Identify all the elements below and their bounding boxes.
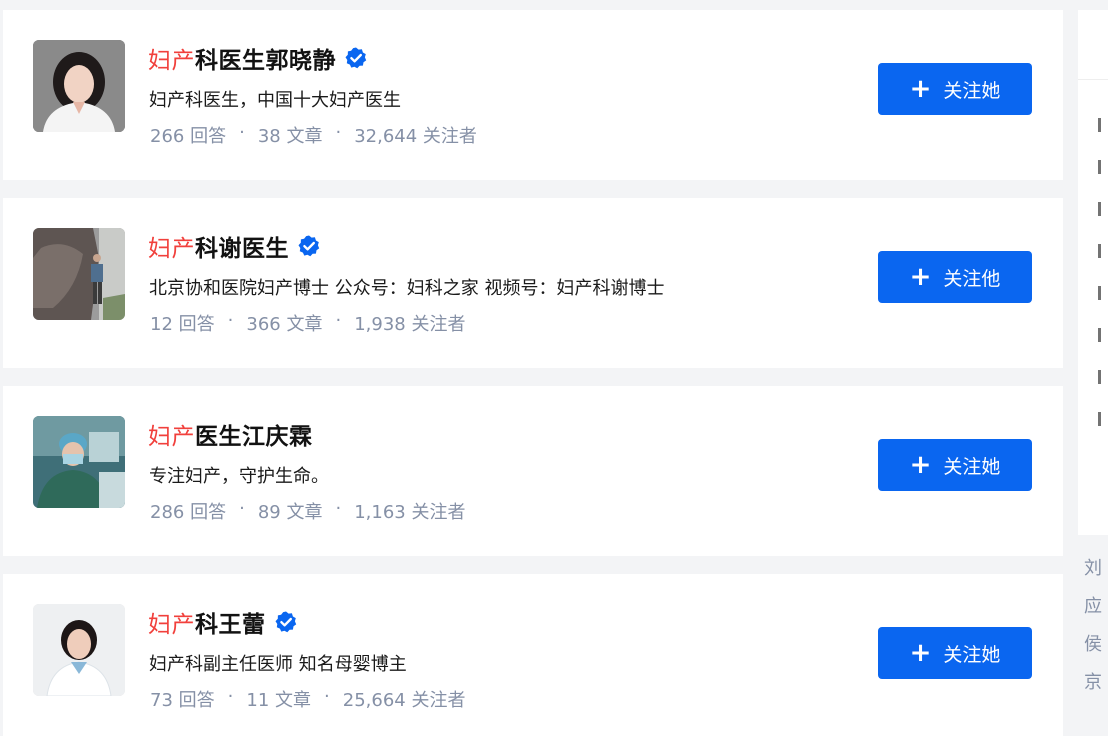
name-highlight: 妇产 bbox=[148, 424, 195, 450]
truncated-glyph bbox=[1098, 370, 1108, 384]
plus-icon: + bbox=[909, 638, 932, 668]
avatar[interactable] bbox=[33, 228, 125, 320]
truncated-glyph bbox=[1098, 286, 1108, 300]
truncated-glyph bbox=[1098, 412, 1108, 426]
avatar[interactable] bbox=[33, 604, 125, 696]
follow-label: 关注他 bbox=[943, 267, 1001, 290]
verified-badge-icon bbox=[275, 611, 296, 633]
separator: · bbox=[227, 686, 234, 707]
name-highlight: 妇产 bbox=[148, 48, 195, 74]
articles-count[interactable]: 38 文章 bbox=[258, 122, 323, 148]
follow-label: 关注她 bbox=[943, 455, 1001, 478]
verified-badge-icon bbox=[298, 235, 320, 257]
plus-icon: + bbox=[909, 262, 932, 292]
user-name[interactable]: 妇产科谢医生 bbox=[148, 229, 289, 263]
follow-button[interactable]: + 关注她 bbox=[878, 627, 1032, 679]
related-name[interactable]: 刘 bbox=[1084, 556, 1102, 582]
truncated-glyph bbox=[1098, 328, 1108, 342]
related-name[interactable]: 京 bbox=[1084, 670, 1102, 696]
answers-count[interactable]: 12 回答 bbox=[150, 310, 215, 336]
user-bio: 专注妇产，守护生命。 bbox=[149, 466, 329, 487]
follow-button[interactable]: + 关注她 bbox=[878, 63, 1032, 115]
answers-count[interactable]: 286 回答 bbox=[150, 498, 226, 524]
user-name[interactable]: 妇产科医生郭晓静 bbox=[148, 41, 336, 75]
name-rest: 科谢医生 bbox=[195, 236, 289, 262]
user-card: 妇产科谢医生 北京协和医院妇产博士 公众号：妇科之家 视频号：妇产科谢博士 12… bbox=[3, 198, 1063, 368]
truncated-glyph bbox=[1098, 160, 1108, 174]
user-bio: 妇产科医生，中国十大妇产医生 bbox=[149, 90, 401, 111]
user-name-row: 妇产科医生郭晓静 bbox=[148, 40, 368, 76]
separator: · bbox=[227, 310, 234, 331]
separator: · bbox=[335, 310, 342, 331]
side-panel-header bbox=[1078, 10, 1108, 80]
follow-button[interactable]: + 关注她 bbox=[878, 439, 1032, 491]
side-related-names: 刘 应 侯 京 bbox=[1084, 556, 1102, 696]
side-panel bbox=[1078, 10, 1108, 535]
related-name[interactable]: 侯 bbox=[1084, 632, 1102, 658]
user-bio: 北京协和医院妇产博士 公众号：妇科之家 视频号：妇产科谢博士 bbox=[149, 278, 665, 299]
side-panel-truncated-text bbox=[1098, 118, 1108, 426]
user-name-row: 妇产科王蕾 bbox=[148, 604, 298, 640]
followers-count[interactable]: 1,938 关注者 bbox=[354, 310, 465, 336]
followers-count[interactable]: 1,163 关注者 bbox=[354, 498, 465, 524]
user-stats: 73 回答 · 11 文章 · 25,664 关注者 bbox=[150, 686, 465, 712]
follow-label: 关注她 bbox=[943, 79, 1001, 102]
articles-count[interactable]: 11 文章 bbox=[246, 686, 311, 712]
user-name[interactable]: 妇产医生江庆霖 bbox=[148, 417, 313, 451]
separator: · bbox=[239, 122, 245, 143]
user-bio: 妇产科副主任医师 知名母婴博主 bbox=[149, 654, 407, 675]
user-stats: 12 回答 · 366 文章 · 1,938 关注者 bbox=[150, 310, 465, 336]
plus-icon: + bbox=[909, 450, 932, 480]
user-stats: 266 回答 · 38 文章 · 32,644 关注者 bbox=[150, 122, 477, 148]
name-rest: 医生江庆霖 bbox=[195, 424, 313, 450]
answers-count[interactable]: 266 回答 bbox=[150, 122, 226, 148]
followers-count[interactable]: 25,664 关注者 bbox=[343, 686, 466, 712]
avatar[interactable] bbox=[33, 416, 125, 508]
verified-badge-icon bbox=[345, 47, 367, 69]
user-name-row: 妇产医生江庆霖 bbox=[148, 416, 313, 452]
separator: · bbox=[335, 122, 342, 143]
name-rest: 科王蕾 bbox=[195, 612, 266, 638]
related-name[interactable]: 应 bbox=[1084, 594, 1102, 620]
user-card: 妇产科医生郭晓静 妇产科医生，中国十大妇产医生 266 回答 · 38 文章 ·… bbox=[3, 10, 1063, 180]
truncated-glyph bbox=[1098, 118, 1108, 132]
user-card: 妇产科王蕾 妇产科副主任医师 知名母婴博主 73 回答 · 11 文章 · 25… bbox=[3, 574, 1063, 736]
separator: · bbox=[239, 498, 245, 519]
answers-count[interactable]: 73 回答 bbox=[150, 686, 215, 712]
separator: · bbox=[324, 686, 330, 707]
truncated-glyph bbox=[1098, 244, 1108, 258]
name-highlight: 妇产 bbox=[148, 612, 195, 638]
follow-button[interactable]: + 关注他 bbox=[878, 251, 1032, 303]
user-stats: 286 回答 · 89 文章 · 1,163 关注者 bbox=[150, 498, 465, 524]
user-name[interactable]: 妇产科王蕾 bbox=[148, 605, 266, 639]
truncated-glyph bbox=[1098, 202, 1108, 216]
plus-icon: + bbox=[909, 74, 932, 104]
name-rest: 科医生郭晓静 bbox=[195, 48, 336, 74]
separator: · bbox=[335, 498, 342, 519]
user-card: 妇产医生江庆霖 专注妇产，守护生命。 286 回答 · 89 文章 · 1,16… bbox=[3, 386, 1063, 556]
articles-count[interactable]: 89 文章 bbox=[258, 498, 323, 524]
follow-label: 关注她 bbox=[943, 643, 1001, 666]
avatar[interactable] bbox=[33, 40, 125, 132]
articles-count[interactable]: 366 文章 bbox=[246, 310, 322, 336]
name-highlight: 妇产 bbox=[148, 236, 195, 262]
followers-count[interactable]: 32,644 关注者 bbox=[354, 122, 477, 148]
user-name-row: 妇产科谢医生 bbox=[148, 228, 321, 264]
